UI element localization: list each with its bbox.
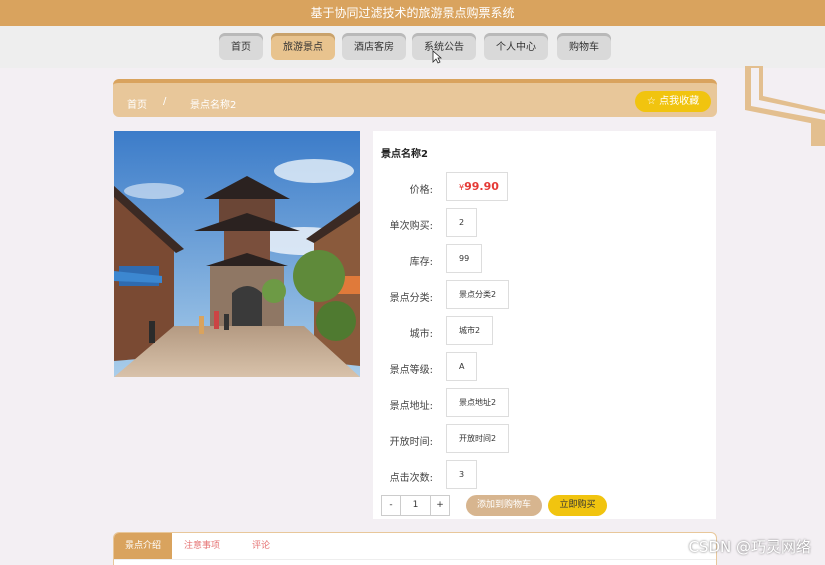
tab-divider — [114, 559, 716, 560]
mouse-cursor-icon — [432, 50, 442, 64]
field-value: 城市2 — [446, 316, 494, 345]
watermark: CSDN @巧灵网络 — [688, 538, 811, 556]
nav-shopping-cart[interactable]: 购物车 — [557, 33, 611, 60]
field-label: 景点地址: — [389, 401, 433, 412]
field-label: 库存: — [409, 257, 433, 268]
breadcrumb-current: 景点名称2 — [190, 100, 237, 111]
nav-personal-center[interactable]: 个人中心 — [484, 33, 548, 60]
detail-tabs: 景点介绍 注意事项 评论 — [113, 532, 717, 565]
price-amount: 99.90 — [464, 180, 499, 193]
tab-comments[interactable]: 评论 — [236, 533, 286, 559]
field-value: 开放时间2 — [446, 424, 510, 453]
field-label: 单次购买: — [389, 221, 433, 232]
decorative-frame-icon — [745, 66, 825, 146]
breadcrumb: 首页 / 景点名称2 ☆ 点我收藏 — [113, 79, 717, 117]
attraction-name: 景点名称2 — [381, 149, 428, 160]
add-to-cart-button[interactable]: 添加到购物车 — [466, 495, 542, 516]
price-label: 价格: — [409, 185, 433, 196]
field-label: 开放时间: — [389, 437, 433, 448]
quantity-minus-button[interactable]: - — [381, 495, 401, 516]
tab-introduction[interactable]: 景点介绍 — [114, 533, 172, 559]
quantity-plus-button[interactable]: + — [430, 495, 450, 516]
field-value: A — [446, 352, 478, 381]
buy-now-button[interactable]: 立即购买 — [548, 495, 607, 516]
field-label: 城市: — [409, 329, 433, 340]
field-value: 99 — [446, 244, 483, 273]
nav-home[interactable]: 首页 — [219, 33, 263, 60]
favorite-button[interactable]: ☆ 点我收藏 — [635, 91, 711, 112]
attraction-detail-panel: 景点名称2 价格: ¥99.90 单次购买: 2 库存: 99 景点分类: 景点… — [373, 131, 716, 519]
quantity-stepper: - 1 + — [381, 495, 450, 516]
nav-announcements[interactable]: 系统公告 — [412, 33, 476, 60]
field-value: 景点分类2 — [446, 280, 510, 309]
field-label: 景点分类: — [389, 293, 433, 304]
field-value: 3 — [446, 460, 478, 489]
field-value: 2 — [446, 208, 478, 237]
breadcrumb-home[interactable]: 首页 — [127, 96, 147, 111]
quantity-input[interactable]: 1 — [401, 495, 430, 516]
tab-notes[interactable]: 注意事项 — [176, 533, 228, 559]
field-label: 点击次数: — [389, 473, 433, 484]
price-value: ¥99.90 — [446, 172, 508, 201]
field-value: 景点地址2 — [446, 388, 510, 417]
app-title: 基于协同过滤技术的旅游景点购票系统 — [0, 0, 825, 26]
nav-attractions[interactable]: 旅游景点 — [271, 33, 335, 60]
nav-hotel-rooms[interactable]: 酒店客房 — [342, 33, 406, 60]
breadcrumb-separator: / — [163, 96, 167, 107]
attraction-photo — [114, 131, 360, 377]
field-label: 景点等级: — [389, 365, 433, 376]
main-nav: 首页 旅游景点 酒店客房 系统公告 个人中心 购物车 — [0, 26, 825, 68]
